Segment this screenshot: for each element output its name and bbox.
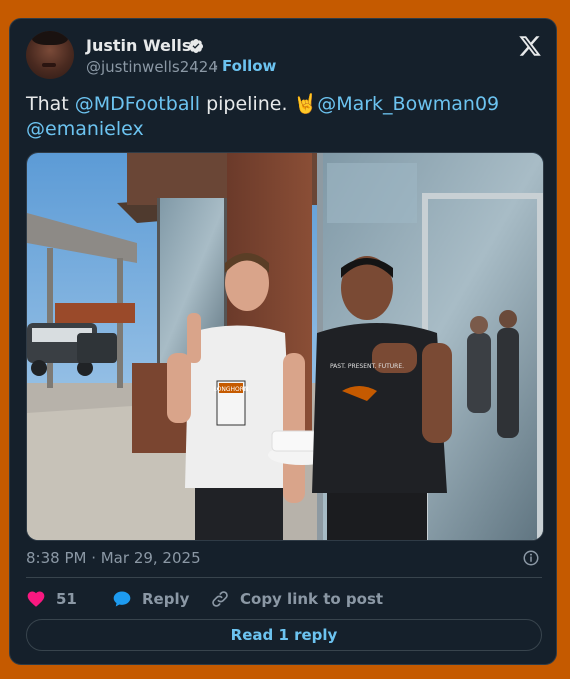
tweet-text: That @MDFootball pipeline. 🤘@Mark_Bowman… — [26, 92, 546, 142]
badge-text: LONGHORN — [214, 386, 249, 393]
mention-link[interactable]: @Mark_Bowman09 — [317, 93, 499, 115]
info-icon[interactable] — [522, 549, 540, 567]
tweet-photo[interactable]: LONGHORN PAST. PRESENT. FUTURE. — [26, 152, 544, 541]
separator-dot: · — [214, 58, 219, 76]
reply-bubble-icon — [113, 591, 131, 607]
link-icon — [212, 591, 228, 607]
action-bar: 51 Reply Copy link to post — [26, 587, 542, 611]
mention-link[interactable]: @emanielex — [26, 118, 144, 140]
reply-button[interactable]: Reply — [112, 587, 189, 611]
copy-link-button[interactable]: Copy link to post — [210, 587, 383, 611]
mention-link[interactable]: @MDFootball — [75, 93, 200, 115]
heart-icon — [27, 591, 45, 607]
reply-label: Reply — [142, 590, 190, 608]
horns-emoji: 🤘 — [293, 93, 318, 115]
copy-link-label: Copy link to post — [240, 590, 384, 608]
tweet-text-part: That — [26, 93, 75, 115]
tweet-embed-card: Justin Wells @justinwells2424 · Follow T… — [9, 18, 557, 665]
verified-badge-icon — [188, 39, 203, 53]
follow-button[interactable]: Follow — [222, 57, 276, 75]
photo-illustration: LONGHORN PAST. PRESENT. FUTURE. — [27, 153, 543, 540]
divider — [26, 577, 542, 578]
avatar[interactable] — [26, 31, 74, 79]
like-button[interactable]: 51 — [26, 587, 77, 611]
x-logo-icon[interactable] — [518, 34, 542, 58]
tweet-text-part: pipeline. — [200, 93, 294, 115]
timestamp[interactable]: 8:38 PM · Mar 29, 2025 — [26, 549, 201, 567]
author-name[interactable]: Justin Wells — [86, 36, 191, 55]
like-count: 51 — [56, 590, 77, 608]
shirt-text: PAST. PRESENT. FUTURE. — [330, 363, 404, 370]
read-reply-button[interactable]: Read 1 reply — [26, 619, 542, 651]
author-handle[interactable]: @justinwells2424 — [86, 58, 218, 76]
